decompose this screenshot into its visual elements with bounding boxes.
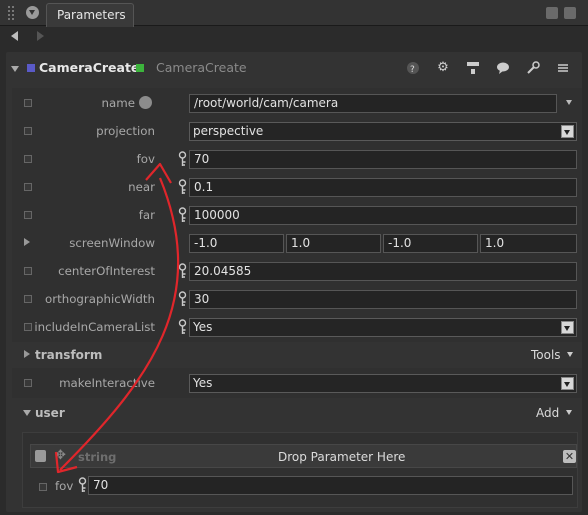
node-type: CameraCreate (156, 60, 247, 75)
expand-transform-icon[interactable] (24, 350, 30, 358)
user-fov-checkbox[interactable] (39, 483, 47, 491)
string-type-label: string (78, 450, 117, 464)
near-checkbox[interactable] (24, 183, 32, 191)
add-menu[interactable]: Add (536, 406, 573, 420)
chevron-down-icon (566, 410, 573, 415)
close-window-icon[interactable] (564, 7, 576, 19)
svg-text:?: ? (410, 65, 415, 75)
orthowidth-label: orthographicWidth (45, 292, 155, 306)
near-field[interactable]: 0.1 (189, 178, 577, 197)
key-icon[interactable] (178, 319, 187, 335)
fov-checkbox[interactable] (24, 155, 32, 163)
wrench-icon[interactable] (526, 61, 540, 75)
key-icon[interactable] (178, 179, 187, 195)
near-label: near (128, 180, 155, 194)
help-icon[interactable]: ? (406, 61, 420, 75)
key-icon[interactable] (178, 263, 187, 279)
far-field[interactable]: 100000 (189, 206, 577, 225)
back-arrow-icon[interactable] (11, 31, 18, 41)
projection-dropdown[interactable]: perspective (189, 122, 577, 141)
screenwindow-top-field[interactable]: 1.0 (480, 234, 577, 253)
forward-arrow-icon[interactable] (37, 31, 44, 41)
coi-field[interactable]: 20.04585 (189, 262, 577, 281)
makeinteractive-value: Yes (193, 376, 213, 390)
screenwindow-bottom-field[interactable]: -1.0 (383, 234, 478, 253)
name-field[interactable]: /root/world/cam/camera (189, 94, 557, 113)
name-menu-icon[interactable] (559, 94, 576, 113)
projection-checkbox[interactable] (24, 127, 32, 135)
chevron-down-icon (561, 377, 574, 390)
chevron-down-icon (567, 352, 574, 357)
transform-title: transform (35, 348, 103, 362)
tab-menu-icon[interactable] (26, 6, 39, 19)
drop-parameter-label: Drop Parameter Here (278, 450, 406, 464)
chevron-down-icon (561, 125, 574, 138)
tab-parameters[interactable]: Parameters (46, 3, 134, 27)
menu-icon[interactable] (556, 61, 570, 75)
includecamlist-dropdown[interactable]: Yes (189, 318, 577, 337)
tools-menu[interactable]: Tools (531, 348, 574, 362)
includecamlist-label: includeInCameraList (34, 320, 155, 334)
drag-icon[interactable] (35, 450, 46, 462)
node-status-square (136, 64, 144, 72)
user-section-header[interactable] (12, 400, 582, 424)
collapse-node-icon[interactable] (11, 66, 19, 72)
drag-handle[interactable] (8, 6, 14, 20)
far-label: far (138, 208, 155, 222)
key-icon[interactable] (178, 207, 187, 223)
screenwindow-left-field[interactable]: -1.0 (189, 234, 284, 253)
tools-label: Tools (531, 348, 561, 362)
coi-label: centerOfInterest (58, 264, 155, 278)
fov-field[interactable]: 70 (189, 150, 577, 169)
key-icon[interactable] (178, 151, 187, 167)
add-label: Add (536, 406, 560, 420)
projection-value: perspective (193, 124, 264, 138)
expand-screenwindow-icon[interactable] (24, 238, 30, 246)
collapse-user-icon[interactable] (23, 410, 31, 416)
screenwindow-label: screenWindow (69, 236, 155, 250)
projection-label: projection (96, 124, 155, 138)
expression-icon[interactable] (139, 96, 152, 109)
key-icon[interactable] (178, 291, 187, 307)
node-color-square (27, 64, 35, 72)
name-label: name (101, 96, 135, 110)
comment-icon[interactable] (496, 61, 510, 75)
nav-bar (0, 27, 588, 47)
includecamlist-value: Yes (193, 320, 213, 334)
user-fov-field[interactable]: 70 (88, 476, 573, 495)
user-fov-label: fov (55, 479, 74, 493)
float-window-icon[interactable] (546, 7, 558, 19)
node-name[interactable]: CameraCreate (39, 60, 139, 75)
name-checkbox[interactable] (24, 99, 32, 107)
chevron-down-icon (561, 321, 574, 334)
screenwindow-right-field[interactable]: 1.0 (286, 234, 381, 253)
far-checkbox[interactable] (24, 211, 32, 219)
key-icon[interactable] (78, 477, 87, 493)
fov-label: fov (136, 152, 155, 166)
makeinteractive-label: makeInteractive (59, 376, 155, 390)
user-title: user (35, 406, 65, 420)
close-icon[interactable]: ✕ (563, 450, 576, 463)
gear-icon[interactable]: ⚙ (436, 61, 450, 75)
move-icon[interactable]: ✥ (55, 448, 66, 463)
network-icon[interactable] (466, 61, 480, 75)
makeinteractive-dropdown[interactable]: Yes (189, 374, 577, 393)
orthowidth-field[interactable]: 30 (189, 290, 577, 309)
